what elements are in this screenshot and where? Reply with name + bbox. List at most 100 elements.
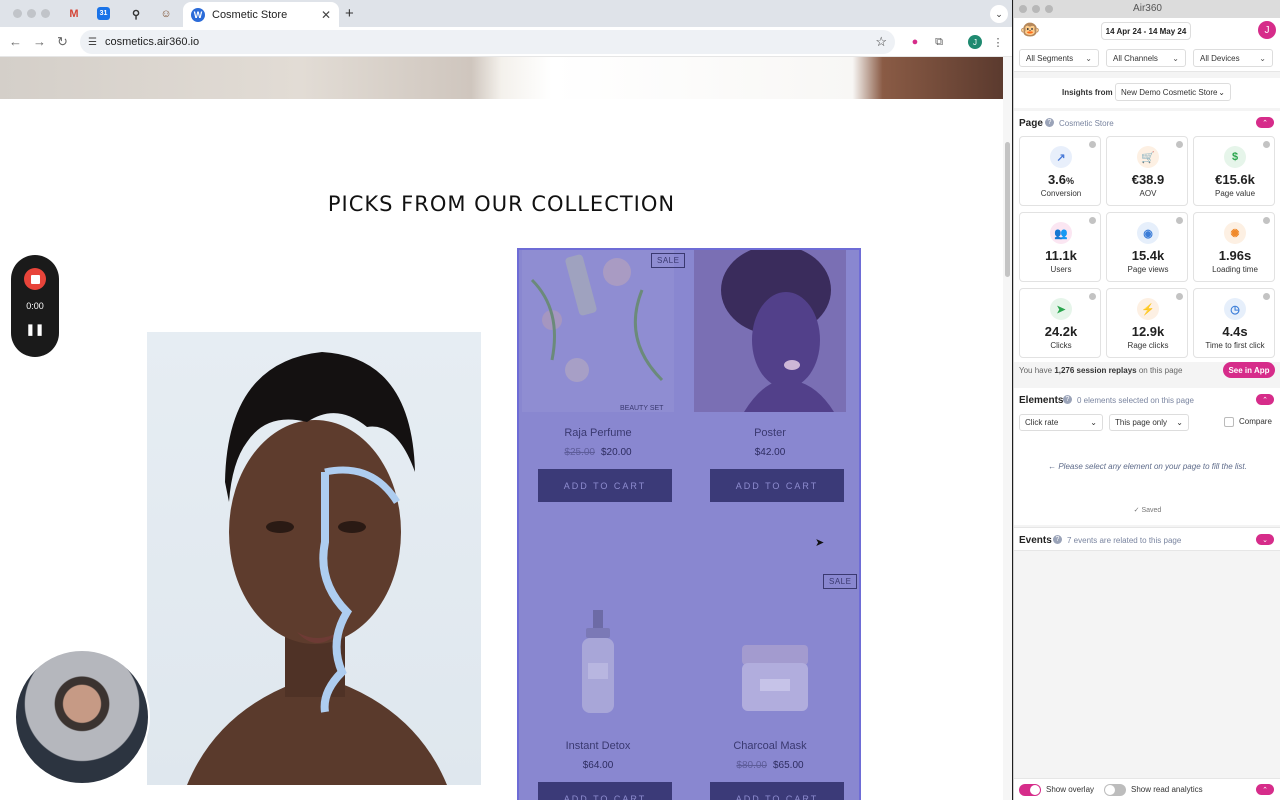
chevron-down-icon: ⌄ (1085, 53, 1092, 63)
wordpress-icon: W (191, 7, 205, 22)
air360-extension-icon[interactable]: ● (908, 35, 922, 49)
product-image[interactable] (694, 250, 846, 412)
help-icon[interactable]: ? (1053, 535, 1062, 544)
collapse-toggle-icon[interactable]: ⌃ (1256, 117, 1274, 128)
product-name[interactable]: Instant Detox (522, 740, 674, 752)
monkey-tab-icon[interactable]: ☺ (158, 6, 174, 22)
page-scrollbar[interactable] (1003, 57, 1012, 800)
compare-label: Compare (1239, 417, 1272, 426)
metric-card-loading-time[interactable]: ✺ 1.96s Loading time (1193, 212, 1275, 282)
product-card[interactable]: Poster $42.00 ADD TO CART (694, 250, 846, 502)
metric-card-page-views[interactable]: ◉ 15.4k Page views (1106, 212, 1188, 282)
extensions-puzzle-icon[interactable]: ⧉ (932, 35, 946, 49)
heatmap-selection-overlay[interactable]: BEAUTY SET SALE Raja Perfume $25.00 $20.0… (517, 248, 861, 800)
compare-checkbox[interactable] (1224, 417, 1234, 427)
product-name[interactable]: Charcoal Mask (694, 740, 846, 752)
product-card[interactable]: SALE Charcoal Mask $80.00 $65.00 ADD TO C… (694, 563, 858, 800)
metric-card-rage-clicks[interactable]: ⚡ 12.9k Rage clicks (1106, 288, 1188, 358)
profile-avatar[interactable]: J (968, 35, 982, 49)
metric-label: Conversion (1040, 189, 1082, 198)
info-icon[interactable] (1089, 293, 1096, 300)
help-icon[interactable]: ? (1063, 395, 1072, 404)
address-bar[interactable]: ☰ cosmetics.air360.io ☆ (80, 30, 895, 54)
pointer-icon: ➤ (1050, 298, 1072, 320)
panel-zoom-button[interactable] (1045, 5, 1053, 13)
gmail-tab-icon[interactable]: M (66, 6, 82, 22)
metric-card-page-value[interactable]: $ €15.6k Page value (1193, 136, 1275, 206)
info-icon[interactable] (1176, 293, 1183, 300)
info-icon[interactable] (1176, 217, 1183, 224)
info-icon[interactable] (1263, 141, 1270, 148)
extension-tab-icon[interactable]: ⚲ (128, 6, 144, 22)
add-to-cart-button[interactable]: ADD TO CART (710, 782, 844, 800)
panel-header: 🐵 14 Apr 24 - 14 May 24 J (1014, 18, 1280, 44)
stop-recording-button[interactable] (24, 268, 46, 290)
product-card[interactable]: BEAUTY SET SALE Raja Perfume $25.00 $20.0… (522, 250, 686, 502)
metric-card-aov[interactable]: 🛒 €38.9 AOV (1106, 136, 1188, 206)
product-name[interactable]: Raja Perfume (522, 427, 674, 439)
current-price: $65.00 (773, 760, 804, 771)
section-subtitle: Cosmetic Store (1059, 119, 1114, 128)
product-image[interactable] (522, 563, 674, 725)
user-avatar[interactable]: J (1258, 21, 1276, 39)
info-icon[interactable] (1089, 217, 1096, 224)
channels-select[interactable]: All Channels ⌄ (1106, 49, 1186, 67)
info-icon[interactable] (1263, 217, 1270, 224)
collapse-toggle-icon[interactable]: ⌃ (1256, 394, 1274, 405)
metric-value: 12.9k (1131, 324, 1165, 339)
metric-select-value: Click rate (1025, 418, 1059, 427)
bookmark-star-icon[interactable]: ☆ (875, 34, 887, 50)
product-card[interactable]: Instant Detox $64.00 ADD TO CART (522, 563, 674, 800)
url-text: cosmetics.air360.io (104, 36, 200, 48)
forward-icon[interactable]: → (33, 34, 46, 49)
scope-select[interactable]: This page only ⌄ (1109, 414, 1189, 431)
show-read-analytics-toggle[interactable] (1104, 784, 1126, 796)
window-zoom-button[interactable] (41, 9, 50, 18)
metric-card-time-to-first-click[interactable]: ◷ 4.4s Time to first click (1193, 288, 1275, 358)
info-icon[interactable] (1176, 141, 1183, 148)
session-replays-note: You have 1,276 session replays on this p… (1019, 366, 1183, 375)
product-name[interactable]: Poster (694, 427, 846, 439)
see-in-app-button[interactable]: See in App (1223, 362, 1275, 378)
metric-select[interactable]: Click rate ⌄ (1019, 414, 1103, 431)
metric-card-clicks[interactable]: ➤ 24.2k Clicks (1019, 288, 1101, 358)
panel-minimize-button[interactable] (1032, 5, 1040, 13)
expand-toggle-icon[interactable]: ⌄ (1256, 534, 1274, 545)
scrollbar-thumb[interactable] (1005, 142, 1010, 277)
browser-menu-icon[interactable]: ⋮ (991, 35, 1005, 49)
section-title: Page (1019, 118, 1043, 129)
info-icon[interactable] (1263, 293, 1270, 300)
tab-search-icon[interactable]: ⌄ (990, 5, 1008, 23)
metric-card-users[interactable]: 👥 11.1k Users (1019, 212, 1101, 282)
add-to-cart-button[interactable]: ADD TO CART (538, 782, 672, 800)
add-to-cart-button[interactable]: ADD TO CART (538, 469, 672, 502)
insights-source-value: New Demo Cosmetic Store (1121, 87, 1218, 97)
insights-source-select[interactable]: New Demo Cosmetic Store ⌄ (1115, 83, 1231, 101)
new-tab-icon[interactable]: + (345, 5, 354, 22)
back-icon[interactable]: ← (9, 34, 22, 49)
pause-icon[interactable]: ❚❚ (11, 323, 59, 336)
site-info-icon[interactable]: ☰ (88, 37, 97, 48)
date-range-picker[interactable]: 14 Apr 24 - 14 May 24 (1101, 22, 1191, 40)
window-minimize-button[interactable] (27, 9, 36, 18)
show-overlay-toggle[interactable] (1019, 784, 1041, 796)
panel-close-button[interactable] (1019, 5, 1027, 13)
help-icon[interactable]: ? (1045, 118, 1054, 127)
calendar-tab-icon[interactable]: 31 (97, 7, 110, 20)
footer-collapse-icon[interactable]: ⌃ (1256, 784, 1274, 795)
info-icon[interactable] (1089, 141, 1096, 148)
devices-select[interactable]: All Devices ⌄ (1193, 49, 1273, 67)
tab-cosmetic-store[interactable]: W Cosmetic Store ✕ (183, 2, 339, 27)
segments-select[interactable]: All Segments ⌄ (1019, 49, 1099, 67)
add-to-cart-button[interactable]: ADD TO CART (710, 469, 844, 502)
window-close-button[interactable] (13, 9, 22, 18)
product-image[interactable]: BEAUTY SET (522, 250, 674, 412)
metric-value: 3.6% (1047, 172, 1075, 187)
tab-title: Cosmetic Store (212, 8, 288, 21)
web-page: PICKS FROM OUR COLLECTION BEAUTY SET SAL… (0, 57, 1003, 800)
close-tab-icon[interactable]: ✕ (321, 8, 331, 22)
metric-card-conversion[interactable]: ↗ 3.6% Conversion (1019, 136, 1101, 206)
reload-icon[interactable]: ↻ (57, 34, 68, 50)
section-title: Elements (1019, 395, 1064, 406)
webcam-bubble (14, 649, 150, 785)
